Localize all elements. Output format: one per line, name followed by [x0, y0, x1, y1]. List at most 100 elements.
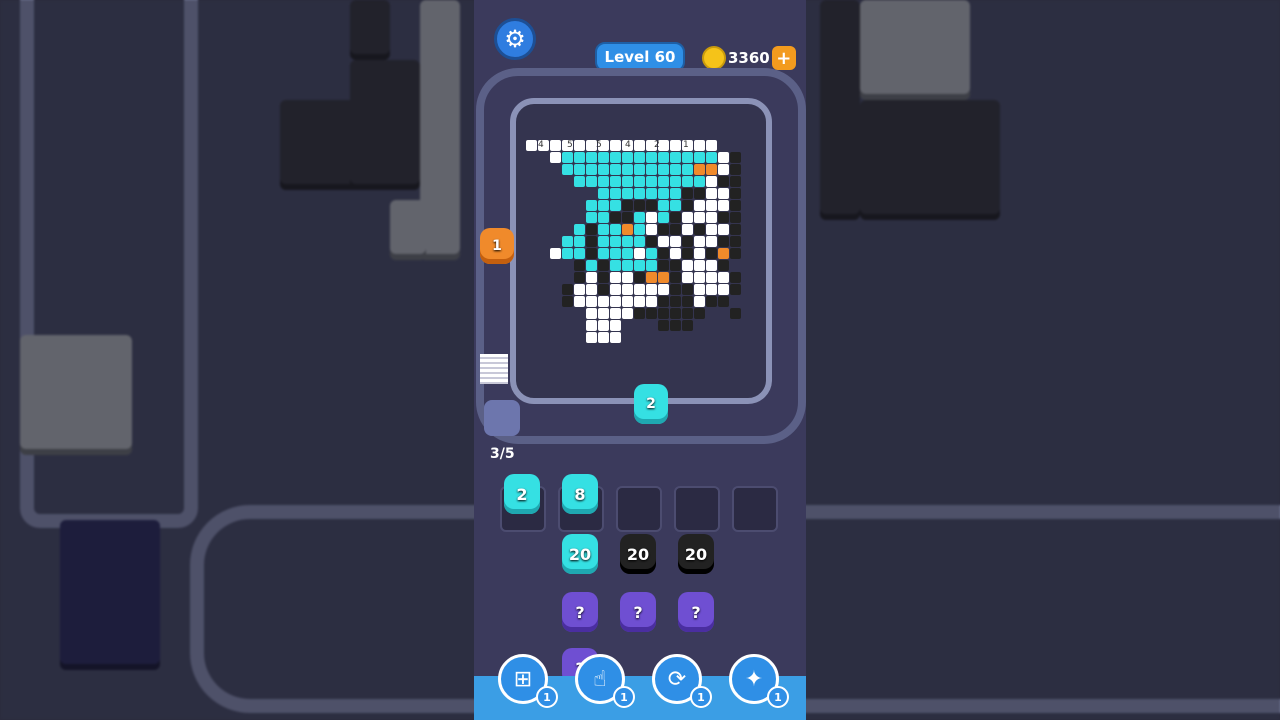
holding-slot[interactable]: [732, 486, 778, 532]
add-coins-button[interactable]: +: [771, 46, 796, 70]
queue-shooter: ?: [562, 592, 598, 632]
pixel-cell: [598, 296, 609, 307]
pixel-cell: [598, 152, 609, 163]
queue-shooter[interactable]: 20: [678, 534, 714, 574]
pixel-cell: [622, 260, 633, 271]
pixel-cell: [610, 236, 621, 247]
pixel-cell: [586, 200, 597, 211]
pixel-cell: [550, 152, 561, 163]
pixel-cell: [670, 140, 681, 151]
column-hint: 4: [625, 140, 631, 150]
pixel-cell: [670, 248, 681, 259]
pixel-cell: [622, 200, 633, 211]
pixel-cell: [598, 176, 609, 187]
pixel-cell: [658, 164, 669, 175]
pixel-cell: [622, 308, 633, 319]
pixel-cell: [610, 152, 621, 163]
pixel-cell: [682, 224, 693, 235]
pixel-cell: [694, 236, 705, 247]
pixel-cell: [706, 188, 717, 199]
pixel-cell: [694, 284, 705, 295]
pixel-cell: [694, 248, 705, 259]
pixel-cell: [586, 224, 597, 235]
tool-count-badge: 1: [613, 686, 635, 708]
pixel-cell: [610, 272, 621, 283]
pixel-cell: [610, 200, 621, 211]
pixel-cell: [706, 296, 717, 307]
pixel-cell: [646, 212, 657, 223]
pixel-cell: [718, 164, 729, 175]
add-slot-icon: ⊞: [513, 666, 533, 692]
pixel-cell: [598, 332, 609, 343]
conveyor-shooter-orange: 1: [480, 228, 514, 264]
pixel-cell: [718, 248, 729, 259]
pixel-cell: [670, 296, 681, 307]
pixel-cell: [646, 308, 657, 319]
pixel-cell: [658, 296, 669, 307]
pixel-cell: [682, 176, 693, 187]
pixel-cell: [610, 248, 621, 259]
pixel-cell: [622, 188, 633, 199]
slot-shooter[interactable]: 8: [562, 474, 598, 514]
holding-slot[interactable]: [674, 486, 720, 532]
pixel-cell: [706, 152, 717, 163]
pixel-cell: [658, 188, 669, 199]
pixel-cell: [574, 284, 585, 295]
pixel-cell: [730, 152, 741, 163]
pixel-cell: [658, 212, 669, 223]
pixel-cell: [610, 308, 621, 319]
pixel-cell: [694, 176, 705, 187]
pixel-cell: [706, 224, 717, 235]
tool-count-badge: 1: [536, 686, 558, 708]
pixel-cell: [634, 152, 645, 163]
pixel-cell: [634, 176, 645, 187]
pixel-cell: [718, 188, 729, 199]
pixel-cell: [730, 176, 741, 187]
pixel-cell: [670, 152, 681, 163]
pixel-cell: [730, 248, 741, 259]
pixel-cell: [730, 284, 741, 295]
pixel-cell: [622, 296, 633, 307]
pixel-cell: [574, 248, 585, 259]
pixel-cell: [634, 296, 645, 307]
pixel-cell: [622, 236, 633, 247]
pixel-cell: [658, 152, 669, 163]
pixel-cell: [562, 152, 573, 163]
pixel-cell: [586, 332, 597, 343]
pixel-cell: [718, 224, 729, 235]
pixel-cell: [634, 188, 645, 199]
queue-shooter[interactable]: 20: [620, 534, 656, 574]
queue-shooter[interactable]: 20: [562, 534, 598, 574]
pixel-cell: [694, 200, 705, 211]
holding-slot[interactable]: [616, 486, 662, 532]
pixel-cell: [598, 200, 609, 211]
pixel-cell: [598, 308, 609, 319]
pixel-cell: [562, 236, 573, 247]
pixel-cell: [682, 260, 693, 271]
pixel-cell: [730, 308, 741, 319]
pixel-cell: [706, 212, 717, 223]
magic-icon: ✦: [744, 666, 764, 692]
pixel-cell: [670, 188, 681, 199]
pixel-cell: [670, 284, 681, 295]
pixel-cell: [706, 176, 717, 187]
conveyor-shooter-teal: 2: [634, 384, 668, 424]
pixel-cell: [562, 296, 573, 307]
settings-button[interactable]: ⚙: [494, 18, 536, 60]
pixel-cell: [670, 164, 681, 175]
pixel-cell: [634, 284, 645, 295]
pixel-cell: [622, 248, 633, 259]
pixel-cell: [670, 212, 681, 223]
pixel-cell: [706, 260, 717, 271]
pixel-cell: [670, 176, 681, 187]
slot-shooter[interactable]: 2: [504, 474, 540, 514]
pixel-cell: [718, 152, 729, 163]
pixel-cell: [598, 212, 609, 223]
column-hint: 2: [654, 140, 660, 150]
pixel-cell: [586, 152, 597, 163]
tool-count-badge: 1: [690, 686, 712, 708]
pixel-cell: [574, 164, 585, 175]
pixel-cell: [670, 260, 681, 271]
launcher-spool: [484, 400, 520, 436]
pixel-cell: [646, 176, 657, 187]
